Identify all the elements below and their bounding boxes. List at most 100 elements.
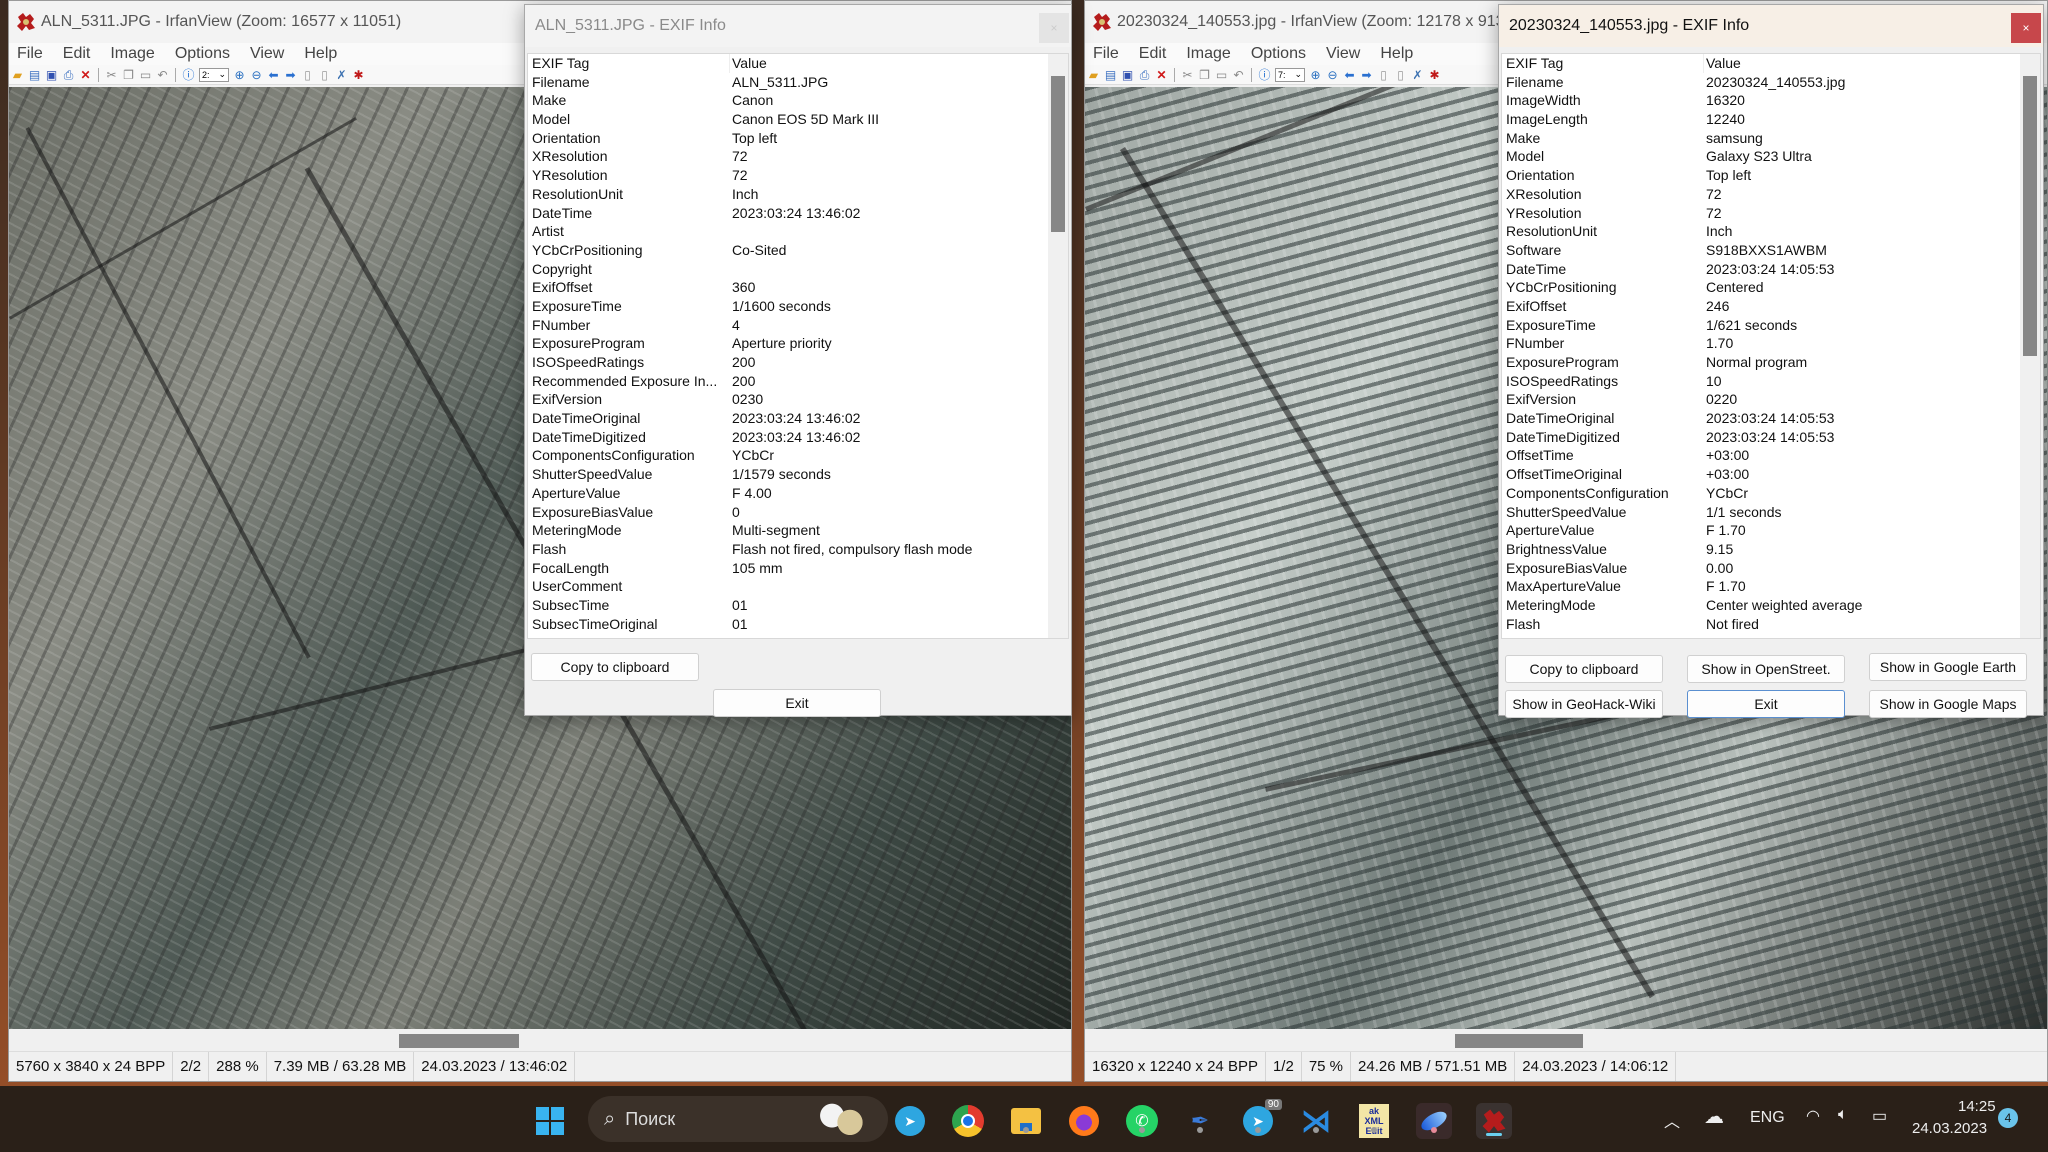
menu-edit[interactable]: Edit	[1139, 45, 1167, 63]
table-row[interactable]: Make samsung	[1502, 129, 2040, 148]
exif-info-dialog-left[interactable]: ALN_5311.JPG - EXIF Info × EXIF Tag Valu…	[524, 4, 1072, 717]
table-row[interactable]: Filename 20230324_140553.jpg	[1502, 73, 2040, 92]
table-row[interactable]: XResolution 72	[528, 147, 1068, 166]
zoom-out-icon[interactable]: ⊖	[1326, 68, 1339, 81]
save-icon[interactable]: ▣	[1121, 68, 1134, 81]
table-row[interactable]: ImageLength 12240	[1502, 110, 2040, 129]
language-indicator[interactable]: ENG	[1750, 1109, 1785, 1127]
pen-tool-icon[interactable]: ✒	[1182, 1103, 1218, 1139]
menu-view[interactable]: View	[1326, 45, 1360, 63]
column-header-tag[interactable]: EXIF Tag	[1502, 54, 1704, 73]
copy-to-clipboard-button[interactable]: Copy to clipboard	[531, 653, 699, 681]
next-icon[interactable]: ➡	[284, 68, 297, 81]
table-row[interactable]: Filename ALN_5311.JPG	[528, 73, 1068, 92]
table-row[interactable]: OffsetTimeOriginal +03:00	[1502, 465, 2040, 484]
menu-image[interactable]: Image	[110, 45, 154, 63]
zoom-combo[interactable]: 7: ⌄	[1275, 67, 1305, 82]
table-row[interactable]: DateTimeDigitized 2023:03:24 13:46:02	[528, 428, 1068, 447]
table-row[interactable]: ImageWidth 16320	[1502, 91, 2040, 110]
table-row[interactable]: FNumber 1.70	[1502, 334, 2040, 353]
dialog-title-bar[interactable]: ALN_5311.JPG - EXIF Info	[525, 5, 1071, 47]
table-row[interactable]: YResolution 72	[528, 166, 1068, 185]
last-page-icon[interactable]: ▯	[318, 68, 331, 81]
vertical-scrollbar[interactable]	[2020, 54, 2040, 638]
tools-icon[interactable]: ✗	[335, 68, 348, 81]
table-row[interactable]: ExifVersion 0230	[528, 390, 1068, 409]
table-row[interactable]: ExposureProgram Normal program	[1502, 353, 2040, 372]
zoom-out-icon[interactable]: ⊖	[250, 68, 263, 81]
table-row[interactable]: YResolution 72	[1502, 204, 2040, 223]
show-hidden-icons-chevron-icon[interactable]: ︿	[1664, 1108, 1680, 1132]
thumbnails-icon[interactable]: ▤	[1104, 68, 1117, 81]
cut-icon[interactable]: ✂	[105, 68, 118, 81]
taskbar-search[interactable]: ⌕ Поиск	[588, 1096, 888, 1142]
table-row[interactable]: UserComment	[528, 577, 1068, 596]
exit-button[interactable]: Exit	[713, 689, 881, 717]
close-button[interactable]: ×	[2011, 13, 2041, 43]
print-icon[interactable]: ⎙	[1138, 68, 1151, 81]
show-in-google-maps-button[interactable]: Show in Google Maps	[1869, 690, 2027, 718]
menu-options[interactable]: Options	[1251, 45, 1306, 63]
table-row[interactable]: ExifVersion 0220	[1502, 390, 2040, 409]
table-row[interactable]: ExposureBiasValue 0.00	[1502, 559, 2040, 578]
table-row[interactable]: Model Canon EOS 5D Mark III	[528, 110, 1068, 129]
paste-icon[interactable]: ▭	[139, 68, 152, 81]
table-row[interactable]: MeteringMode Center weighted average	[1502, 596, 2040, 615]
table-row[interactable]: ExposureProgram Aperture priority	[528, 334, 1068, 353]
zoom-combo[interactable]: 2: ⌄	[199, 67, 229, 82]
start-button[interactable]	[532, 1103, 568, 1139]
table-row[interactable]: Flash Not fired	[1502, 615, 2040, 634]
table-row[interactable]: ShutterSpeedValue 1/1 seconds	[1502, 503, 2040, 522]
table-row[interactable]: SubsecTimeOriginal 01	[528, 615, 1068, 634]
delete-icon[interactable]: ✕	[1155, 68, 1168, 81]
table-row[interactable]: ApertureValue F 4.00	[528, 484, 1068, 503]
scrollbar-thumb[interactable]	[1455, 1034, 1583, 1048]
column-header-tag[interactable]: EXIF Tag	[528, 54, 730, 73]
previous-icon[interactable]: ⬅	[267, 68, 280, 81]
exit-button[interactable]: Exit	[1687, 690, 1845, 718]
info-icon[interactable]: ⓘ	[182, 68, 195, 81]
scrollbar-thumb[interactable]	[399, 1034, 519, 1048]
horizontal-scrollbar[interactable]	[9, 1029, 1071, 1051]
table-row[interactable]: DateTime 2023:03:24 14:05:53	[1502, 260, 2040, 279]
show-in-openstreetmap-button[interactable]: Show in OpenStreet.	[1687, 655, 1845, 683]
table-row[interactable]: ApertureValue F 1.70	[1502, 521, 2040, 540]
table-row[interactable]: DateTimeOriginal 2023:03:24 14:05:53	[1502, 409, 2040, 428]
table-row[interactable]: BrightnessValue 9.15	[1502, 540, 2040, 559]
scrollbar-thumb[interactable]	[1051, 76, 1065, 232]
table-row[interactable]: ResolutionUnit Inch	[1502, 222, 2040, 241]
menu-options[interactable]: Options	[175, 45, 230, 63]
table-row[interactable]: Software S918BXXS1AWBM	[1502, 241, 2040, 260]
cut-icon[interactable]: ✂	[1181, 68, 1194, 81]
irfanview-about-icon[interactable]: ✱	[352, 68, 365, 81]
menu-edit[interactable]: Edit	[63, 45, 91, 63]
copy-icon[interactable]: ❐	[122, 68, 135, 81]
table-row[interactable]: FNumber 4	[528, 316, 1068, 335]
zoom-in-icon[interactable]: ⊕	[233, 68, 246, 81]
app-swoosh-icon[interactable]	[1416, 1103, 1452, 1139]
table-row[interactable]: ExifOffset 360	[528, 278, 1068, 297]
first-page-icon[interactable]: ▯	[1377, 68, 1390, 81]
wifi-icon[interactable]: ◠	[1806, 1106, 1820, 1126]
table-row[interactable]: ISOSpeedRatings 10	[1502, 372, 2040, 391]
table-row[interactable]: FocalLength 105 mm	[528, 559, 1068, 578]
last-page-icon[interactable]: ▯	[1394, 68, 1407, 81]
print-icon[interactable]: ⎙	[62, 68, 75, 81]
table-row[interactable]: ComponentsConfiguration YCbCr	[528, 446, 1068, 465]
next-icon[interactable]: ➡	[1360, 68, 1373, 81]
table-row[interactable]: Orientation Top left	[1502, 166, 2040, 185]
column-header-value[interactable]: Value	[1704, 54, 1741, 73]
vscode-icon[interactable]: ⋊	[1298, 1103, 1334, 1139]
xml-editor-icon[interactable]: ak XML Edit	[1356, 1103, 1392, 1139]
column-header-value[interactable]: Value	[730, 54, 767, 73]
undo-icon[interactable]: ↶	[1232, 68, 1245, 81]
vertical-scrollbar[interactable]	[1048, 54, 1068, 638]
close-button[interactable]: ×	[1039, 13, 1069, 43]
table-row[interactable]: OffsetTime +03:00	[1502, 446, 2040, 465]
table-row[interactable]: ShutterSpeedValue 1/1579 seconds	[528, 465, 1068, 484]
table-row[interactable]: XResolution 72	[1502, 185, 2040, 204]
show-in-google-earth-button[interactable]: Show in Google Earth	[1869, 653, 2027, 681]
copy-to-clipboard-button[interactable]: Copy to clipboard	[1505, 655, 1663, 683]
table-row[interactable]: Artist	[528, 222, 1068, 241]
open-folder-icon[interactable]: ▰	[1087, 68, 1100, 81]
